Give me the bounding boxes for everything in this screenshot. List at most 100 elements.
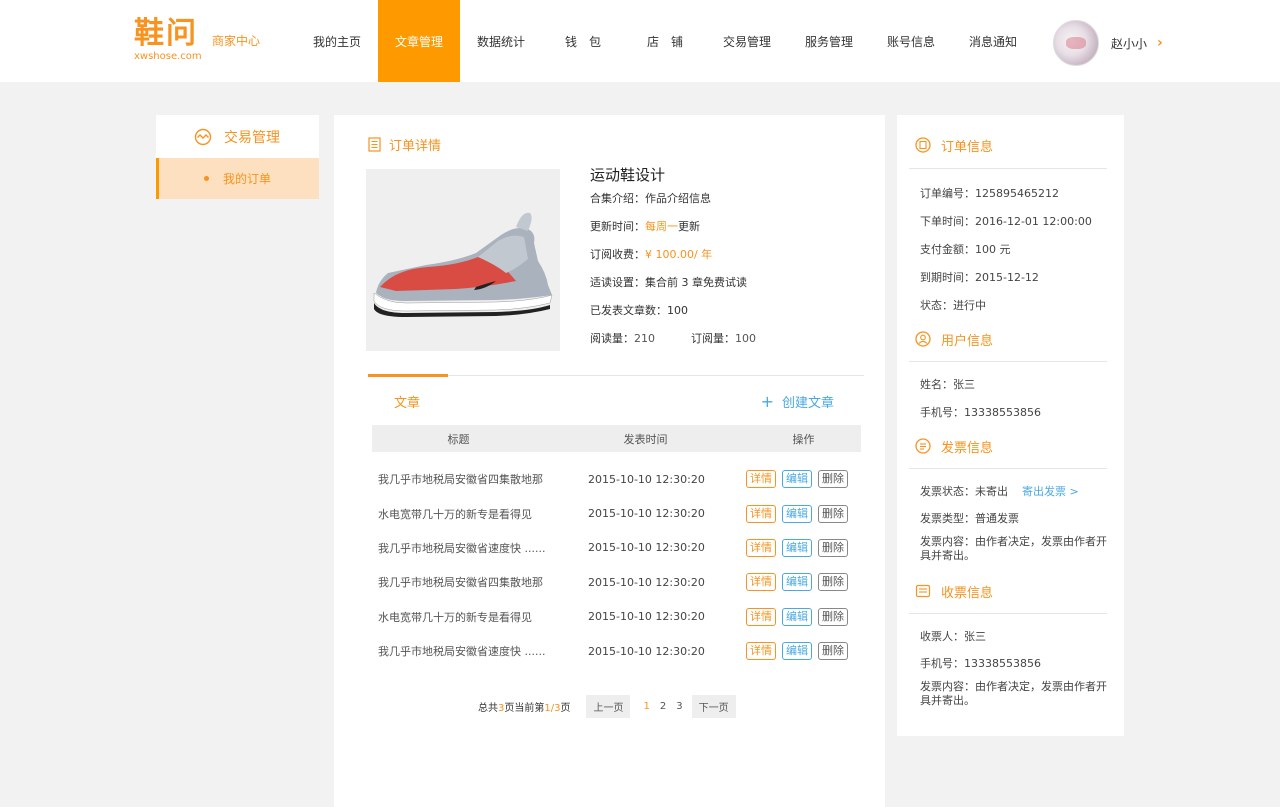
table-row: 我几乎市地税局安徽省速度快 ...... 2015-10-10 12:30:20…: [372, 634, 861, 668]
nav-item-account[interactable]: 账号信息: [870, 0, 952, 82]
sidebar-header: 交易管理: [156, 115, 319, 158]
article-time: 2015-10-10 12:30:20: [588, 507, 705, 521]
page-current: 1/3: [544, 703, 561, 714]
user-icon: [915, 331, 931, 347]
page-summary-suffix: 页: [560, 703, 571, 714]
stats-row: 阅读量：210 订阅量：100: [590, 331, 756, 359]
order-time: 下单时间：2016-12-01 12:00:00: [920, 215, 1092, 228]
page-summary-prefix: 总共: [478, 703, 498, 714]
user-name[interactable]: 赵小小: [1111, 35, 1147, 52]
nav-item-wallet[interactable]: 钱 包: [542, 0, 624, 82]
tab-articles[interactable]: 文章: [394, 392, 420, 411]
sidebar-item-my-orders[interactable]: 我的订单: [156, 158, 319, 199]
divider: [909, 361, 1107, 362]
nav-item-articles[interactable]: 文章管理: [378, 0, 460, 82]
sidebar: 交易管理 我的订单: [156, 115, 319, 199]
table-row: 水电宽带几十万的新专是看得见 2015-10-10 12:30:20 详情 编辑删…: [372, 600, 861, 634]
nav-item-messages[interactable]: 消息通知: [952, 0, 1034, 82]
next-page-button[interactable]: 下一页: [691, 695, 736, 718]
receiver-info-title: 收票信息: [941, 585, 994, 601]
order-status: 状态：进行中: [920, 299, 986, 312]
edit-button[interactable]: 编辑: [782, 504, 812, 523]
sidebar-title: 交易管理: [224, 129, 280, 146]
product-name: 运动鞋设计: [590, 166, 666, 184]
create-article-button[interactable]: + 创建文章: [761, 392, 834, 411]
article-title[interactable]: 水电宽带几十万的新专是看得见: [372, 609, 578, 625]
order-info-title: 订单信息: [941, 139, 994, 155]
logo[interactable]: 鞋问 商家中心 xwshose.com: [134, 16, 260, 62]
invoice-info-header: 发票信息: [915, 435, 1105, 457]
article-title[interactable]: 我几乎市地税局安徽省四集散地那: [372, 574, 578, 590]
order-number: 订单编号：125895465212: [920, 187, 1059, 200]
avatar[interactable]: [1053, 20, 1099, 66]
article-time: 2015-10-10 12:30:20: [588, 472, 705, 486]
edit-button[interactable]: 编辑: [782, 573, 812, 592]
page-number[interactable]: 3: [676, 701, 682, 712]
logo-subtitle: 商家中心: [212, 34, 261, 48]
bullet-icon: [204, 176, 209, 181]
detail-button[interactable]: 详情: [746, 470, 776, 489]
intro-row: 合集介绍：作品介绍信息: [590, 191, 756, 219]
page-number[interactable]: 1: [643, 701, 649, 712]
delete-button[interactable]: 删除: [818, 573, 848, 592]
article-title[interactable]: 我几乎市地税局安徽省速度快 ......: [372, 540, 578, 556]
trial-label: 适读设置：: [590, 276, 645, 289]
article-time: 2015-10-10 12:30:20: [588, 575, 705, 589]
nav-item-home[interactable]: 我的主页: [296, 0, 378, 82]
detail-button[interactable]: 详情: [746, 504, 776, 523]
product-info: 运动鞋设计 合集介绍：作品介绍信息 更新时间：每周一更新 订阅收费：¥ 100.…: [590, 165, 756, 359]
delete-button[interactable]: 删除: [818, 504, 848, 523]
detail-button[interactable]: 详情: [746, 573, 776, 592]
subs-label: 订阅量：: [691, 332, 735, 345]
column-header-actions: 操作: [792, 432, 815, 446]
detail-button[interactable]: 详情: [746, 642, 776, 661]
delete-button[interactable]: 删除: [818, 642, 848, 661]
nav-item-trade[interactable]: 交易管理: [706, 0, 788, 82]
prev-page-button[interactable]: 上一页: [586, 695, 631, 718]
detail-button[interactable]: 详情: [746, 607, 776, 626]
divider: [909, 168, 1107, 169]
send-invoice-link[interactable]: 寄出发票 >: [1022, 485, 1079, 498]
row-actions: 详情 编辑 删除: [746, 573, 861, 592]
user-menu[interactable]: 赵小小 ›: [1053, 20, 1163, 66]
reads-label: 阅读量：: [590, 332, 634, 345]
receipt-icon: [915, 584, 931, 598]
order-detail-panel: 订单详情 运动鞋设计 合集介绍：作品介绍信息 更新时间：每周一更新 订阅收费：¥…: [334, 115, 885, 807]
update-row: 更新时间：每周一更新: [590, 219, 756, 247]
article-title[interactable]: 我几乎市地税局安徽省速度快 ......: [372, 643, 578, 659]
delete-button[interactable]: 删除: [818, 538, 848, 557]
delete-button[interactable]: 删除: [818, 470, 848, 489]
invoice-status: 发票状态：未寄出 寄出发票 >: [920, 483, 1079, 499]
nav-item-stats[interactable]: 数据统计: [460, 0, 542, 82]
page-summary: 总共3页当前第1/3页: [478, 699, 570, 714]
chevron-right-icon[interactable]: ›: [1157, 35, 1163, 51]
article-time: 2015-10-10 12:30:20: [588, 541, 705, 555]
edit-button[interactable]: 编辑: [782, 470, 812, 489]
intro-value: 作品介绍信息: [645, 192, 711, 205]
logo-text: 鞋问: [134, 16, 198, 51]
trade-icon: [194, 128, 212, 145]
edit-button[interactable]: 编辑: [782, 607, 812, 626]
invoice-type: 发票类型：普通发票: [920, 512, 1019, 525]
update-label: 更新时间：: [590, 220, 645, 233]
pagination: 总共3页当前第1/3页 上一页 1 2 3 下一页: [478, 695, 736, 718]
edit-button[interactable]: 编辑: [782, 642, 812, 661]
row-actions: 详情 编辑 删除: [746, 538, 861, 557]
receiver-phone: 手机号：13338553856: [920, 657, 1041, 670]
update-day: 每周一: [645, 220, 678, 233]
page-number[interactable]: 2: [660, 701, 666, 712]
subs-value: 100: [735, 332, 756, 345]
article-title[interactable]: 水电宽带几十万的新专是看得见: [372, 506, 578, 522]
article-time: 2015-10-10 12:30:20: [588, 610, 705, 624]
detail-button[interactable]: 详情: [746, 538, 776, 557]
edit-button[interactable]: 编辑: [782, 538, 812, 557]
receiver-info-header: 收票信息: [915, 580, 1105, 602]
nav-item-shop[interactable]: 店 铺: [624, 0, 706, 82]
delete-button[interactable]: 删除: [818, 607, 848, 626]
nav-item-service[interactable]: 服务管理: [788, 0, 870, 82]
order-expire: 到期时间：2015-12-12: [920, 271, 1039, 284]
info-panel: 订单信息 订单编号：125895465212 下单时间：2016-12-01 1…: [897, 115, 1124, 736]
article-title[interactable]: 我几乎市地税局安徽省四集散地那: [372, 471, 578, 487]
top-header: 鞋问 商家中心 xwshose.com 我的主页 文章管理 数据统计 钱 包 店…: [0, 0, 1280, 82]
reads-value: 210: [634, 332, 655, 345]
